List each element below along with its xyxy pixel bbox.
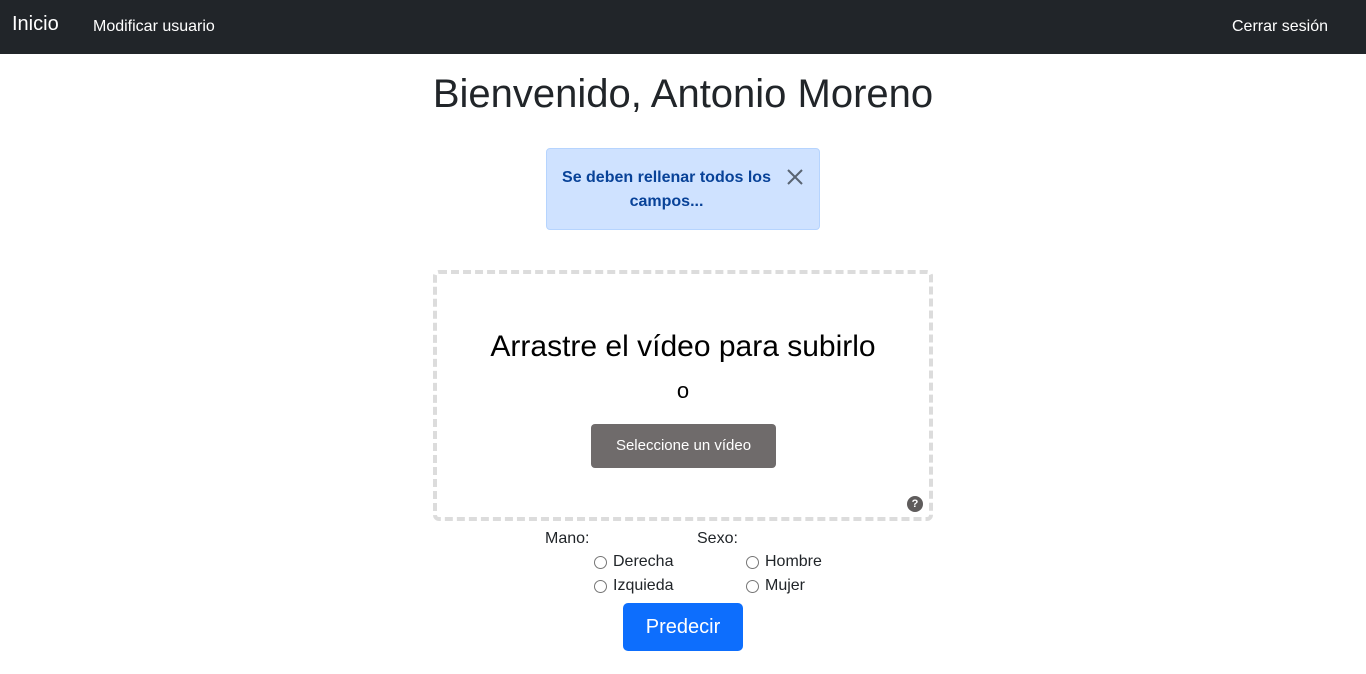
sex-option-female[interactable]: Mujer [746,576,805,596]
hand-option-left[interactable]: Izquieda [594,576,674,596]
radio-male-label[interactable]: Hombre [765,552,822,572]
radio-right-hand[interactable] [594,555,607,569]
dropzone-title: Arrastre el vídeo para subirlo [490,330,876,363]
dropzone-or-text: o [676,378,690,403]
video-dropzone[interactable]: Arrastre el vídeo para subirlo o Selecci… [433,270,933,521]
nav-modify-user-link[interactable]: Modificar usuario [93,17,215,37]
radio-female[interactable] [746,579,759,593]
radio-left-hand-label[interactable]: Izquieda [613,576,674,596]
radio-male[interactable] [746,555,759,569]
hand-option-right[interactable]: Derecha [594,552,673,572]
alert-info: Se deben rellenar todos los campos... [546,148,820,230]
page-title: Bienvenido, Antonio Moreno [432,72,934,116]
close-icon[interactable] [783,165,807,189]
hand-label: Mano: [545,530,590,547]
help-icon[interactable]: ? [907,496,923,512]
nav-home-link[interactable]: Inicio [12,12,59,36]
nav-logout-link[interactable]: Cerrar sesión [1232,17,1328,37]
sex-option-male[interactable]: Hombre [746,552,822,572]
predict-button[interactable]: Predecir [623,603,743,651]
radio-female-label[interactable]: Mujer [765,576,805,596]
alert-message: Se deben rellenar todos los campos... [562,169,771,210]
navbar: Inicio Modificar usuario Cerrar sesión [0,0,1366,54]
select-video-button[interactable]: Seleccione un vídeo [591,424,776,468]
sex-label: Sexo: [697,530,738,547]
radio-right-hand-label[interactable]: Derecha [613,552,673,572]
radio-left-hand[interactable] [594,579,607,593]
